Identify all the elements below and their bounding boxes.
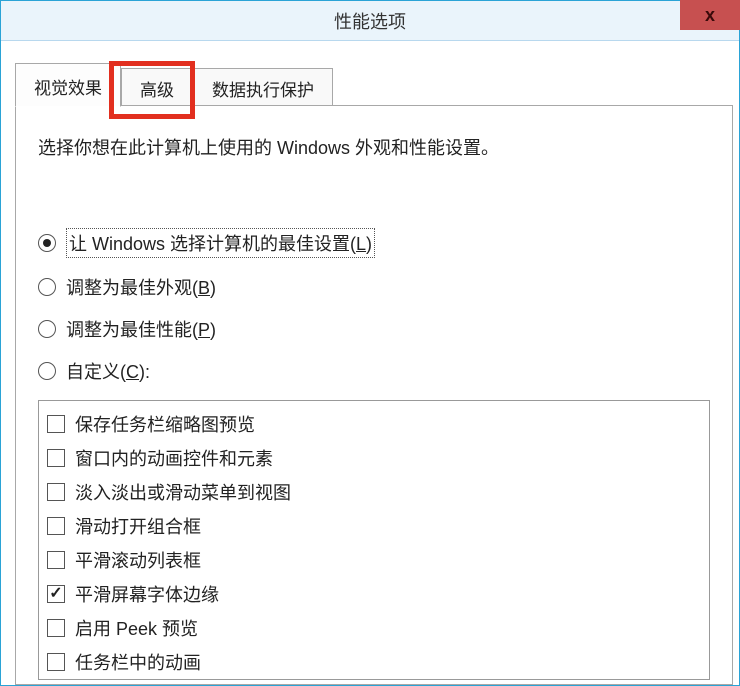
checkbox-icon: ✓ [47,585,65,603]
tab-label: 高级 [140,76,174,101]
checkbox-icon [47,449,65,467]
radio-label: 调整为最佳外观(B) [66,274,216,300]
tabstrip: 视觉效果 高级 数据执行保护 [15,56,733,106]
checkbox-label: 任务栏中的动画 [75,649,201,675]
tab-visual-effects[interactable]: 视觉效果 [15,63,121,107]
checkbox-icon [47,517,65,535]
checkbox-label: 滑动打开组合框 [75,513,201,539]
tab-advanced[interactable]: 高级 [121,68,193,106]
radio-icon [38,362,56,380]
checkbox-taskbar-animations[interactable]: 任务栏中的动画 [47,645,701,679]
checkbox-label: 淡入淡出或滑动菜单到视图 [75,479,291,505]
instruction-text: 选择你想在此计算机上使用的 Windows 外观和性能设置。 [38,134,710,160]
checkbox-icon [47,415,65,433]
checkbox-label: 平滑屏幕字体边缘 [75,581,219,607]
close-button[interactable]: x [680,0,740,30]
radio-best-performance[interactable]: 调整为最佳性能(P) [38,316,710,342]
checkbox-label: 保存任务栏缩略图预览 [75,411,255,437]
checkbox-smooth-font-edges[interactable]: ✓ 平滑屏幕字体边缘 [47,577,701,611]
radio-custom[interactable]: 自定义(C): [38,358,710,384]
checkbox-label: 窗口内的动画控件和元素 [75,445,273,471]
close-icon: x [705,5,715,26]
checkbox-label: 平滑滚动列表框 [75,547,201,573]
checkbox-icon [47,653,65,671]
checkbox-save-taskbar-thumbnails[interactable]: 保存任务栏缩略图预览 [47,407,701,441]
checkbox-icon [47,551,65,569]
checkbox-slide-open-combobox[interactable]: 滑动打开组合框 [47,509,701,543]
checkbox-fade-slide-menus[interactable]: 淡入淡出或滑动菜单到视图 [47,475,701,509]
tab-panel-visual-effects: 选择你想在此计算机上使用的 Windows 外观和性能设置。 让 Windows… [15,105,733,685]
radio-label: 自定义(C): [66,358,150,384]
effects-checklist[interactable]: 保存任务栏缩略图预览 窗口内的动画控件和元素 淡入淡出或滑动菜单到视图 滑动打开… [38,400,710,680]
radio-best-appearance[interactable]: 调整为最佳外观(B) [38,274,710,300]
client-area: 视觉效果 高级 数据执行保护 选择你想在此计算机上使用的 Windows 外观和… [15,56,733,685]
tab-label: 视觉效果 [34,74,102,99]
tab-dep[interactable]: 数据执行保护 [193,68,333,106]
radio-icon [38,278,56,296]
checkbox-icon [47,619,65,637]
window-title: 性能选项 [334,8,406,34]
radio-icon [38,234,56,252]
checkbox-animate-controls[interactable]: 窗口内的动画控件和元素 [47,441,701,475]
titlebar: 性能选项 x [1,1,739,41]
radio-let-windows-choose[interactable]: 让 Windows 选择计算机的最佳设置(L) [38,228,710,258]
checkbox-label: 启用 Peek 预览 [75,615,198,641]
radio-icon [38,320,56,338]
tab-label: 数据执行保护 [212,76,314,101]
performance-options-window: 性能选项 x 视觉效果 高级 数据执行保护 选择你想在此计算机上使用的 Wind… [0,0,740,686]
checkbox-smooth-scroll-listbox[interactable]: 平滑滚动列表框 [47,543,701,577]
radio-label: 调整为最佳性能(P) [66,316,216,342]
checkbox-icon [47,483,65,501]
radio-label: 让 Windows 选择计算机的最佳设置(L) [66,228,375,258]
checkbox-enable-peek[interactable]: 启用 Peek 预览 [47,611,701,645]
